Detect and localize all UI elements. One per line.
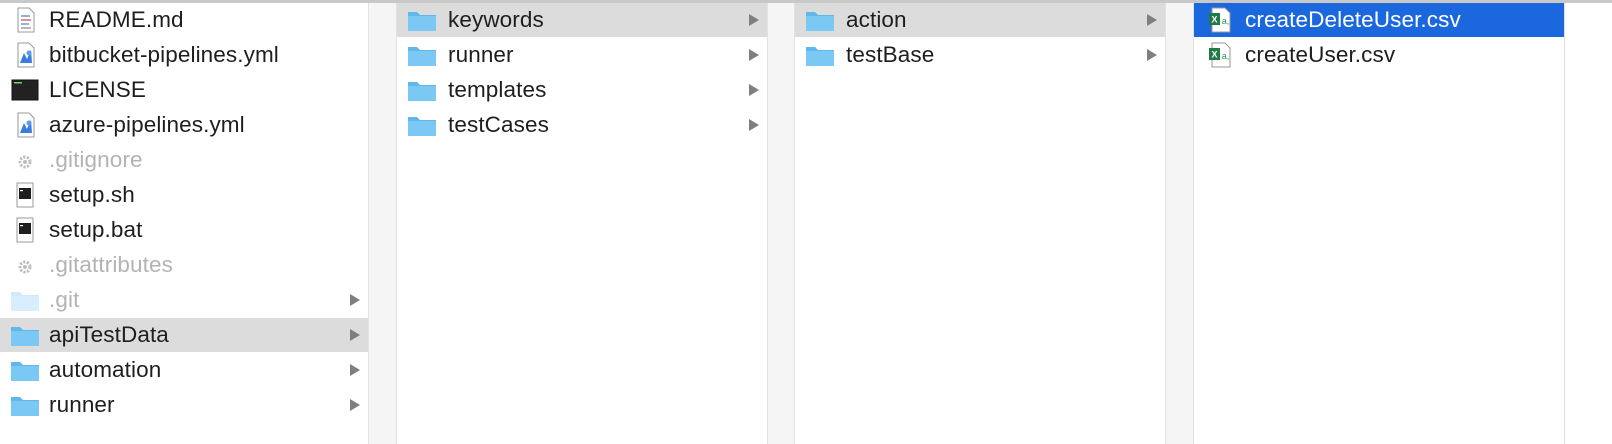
chevron-right-icon	[749, 84, 759, 96]
yml-file-icon	[17, 42, 35, 68]
finder-column-3[interactable]: action testBase	[795, 3, 1166, 444]
svg-text:a,: a,	[1222, 51, 1230, 61]
svg-text:a,: a,	[1222, 16, 1230, 26]
item-label: automation	[49, 357, 162, 382]
csv-file-icon: X a,	[1209, 42, 1231, 68]
list-item-gitattributes[interactable]: .gitattributes	[0, 248, 368, 282]
list-item-license[interactable]: LICENSE	[0, 73, 368, 107]
item-label: .gitattributes	[49, 252, 173, 277]
list-item-readme[interactable]: README.md	[0, 3, 368, 37]
markdown-file-icon	[17, 7, 35, 33]
chevron-right-icon	[1147, 14, 1157, 26]
csv-file-icon: X a,	[1209, 7, 1231, 33]
list-item-testcases-folder[interactable]: testCases	[397, 108, 767, 142]
item-label: LICENSE	[49, 77, 146, 102]
list-item-keywords-folder[interactable]: keywords	[397, 3, 767, 37]
folder-icon	[408, 117, 436, 136]
list-item-azure-pipelines[interactable]: azure-pipelines.yml	[0, 108, 368, 142]
item-label: action	[846, 7, 907, 32]
folder-icon	[11, 327, 39, 346]
chevron-right-icon	[749, 14, 759, 26]
gear-icon	[18, 155, 32, 169]
chevron-right-icon	[749, 49, 759, 61]
item-label: README.md	[49, 7, 184, 32]
item-label: runner	[448, 42, 514, 67]
finder-column-1[interactable]: README.md bitbucket-pipelines.yml LICENS…	[0, 3, 369, 444]
list-item-setup-bat[interactable]: setup.bat	[0, 213, 368, 247]
item-label: bitbucket-pipelines.yml	[49, 42, 279, 67]
item-label: apiTestData	[49, 322, 169, 347]
folder-icon	[11, 292, 39, 311]
item-label: setup.bat	[49, 217, 143, 242]
column-divider[interactable]	[369, 3, 397, 444]
folder-icon	[408, 82, 436, 101]
list-item-action-folder[interactable]: action	[795, 3, 1165, 37]
finder-column-2[interactable]: keywords runner templates testCases	[397, 3, 768, 444]
list-item-automation-folder[interactable]: automation	[0, 353, 368, 387]
svg-text:X: X	[1211, 15, 1217, 25]
chevron-right-icon	[350, 364, 360, 376]
terminal-file-icon	[11, 79, 39, 101]
yml-file-icon	[17, 112, 35, 138]
list-item-apitestdata-folder[interactable]: apiTestData	[0, 318, 368, 352]
folder-icon	[11, 397, 39, 416]
folder-icon	[806, 47, 834, 66]
list-item-createdeleteuser-csv[interactable]: X a, createDeleteUser.csv	[1194, 3, 1564, 37]
svg-text:X: X	[1211, 50, 1217, 60]
item-label: testBase	[846, 42, 935, 67]
item-label: .gitignore	[49, 147, 143, 172]
chevron-right-icon	[350, 329, 360, 341]
finder-column-4[interactable]: X a, createDeleteUser.csv X a, createUse…	[1194, 3, 1565, 444]
folder-icon	[408, 12, 436, 31]
item-label: keywords	[448, 7, 544, 32]
item-label: setup.sh	[49, 182, 135, 207]
chevron-right-icon	[1147, 49, 1157, 61]
folder-icon	[408, 47, 436, 66]
chevron-right-icon	[749, 119, 759, 131]
item-label: runner	[49, 392, 115, 417]
item-label: createUser.csv	[1245, 42, 1396, 67]
list-item-git-folder[interactable]: .git	[0, 283, 368, 317]
list-item-runner-folder[interactable]: runner	[397, 38, 767, 72]
list-item-setup-sh[interactable]: setup.sh	[0, 178, 368, 212]
column-divider[interactable]	[1166, 3, 1194, 444]
item-label: createDeleteUser.csv	[1245, 7, 1461, 32]
list-item-runner-folder[interactable]: runner	[0, 388, 368, 422]
chevron-right-icon	[350, 294, 360, 306]
item-label: azure-pipelines.yml	[49, 112, 245, 137]
shell-script-icon	[16, 217, 34, 243]
shell-script-icon	[16, 182, 34, 208]
folder-icon	[806, 12, 834, 31]
item-label: testCases	[448, 112, 549, 137]
list-item-bitbucket-pipelines[interactable]: bitbucket-pipelines.yml	[0, 38, 368, 72]
item-label: .git	[49, 287, 80, 312]
item-label: templates	[448, 77, 547, 102]
list-item-gitignore[interactable]: .gitignore	[0, 143, 368, 177]
list-item-testbase-folder[interactable]: testBase	[795, 38, 1165, 72]
chevron-right-icon	[350, 399, 360, 411]
gear-icon	[18, 260, 32, 274]
folder-icon	[11, 362, 39, 381]
column-divider[interactable]	[768, 3, 795, 444]
list-item-createuser-csv[interactable]: X a, createUser.csv	[1194, 38, 1564, 72]
list-item-templates-folder[interactable]: templates	[397, 73, 767, 107]
